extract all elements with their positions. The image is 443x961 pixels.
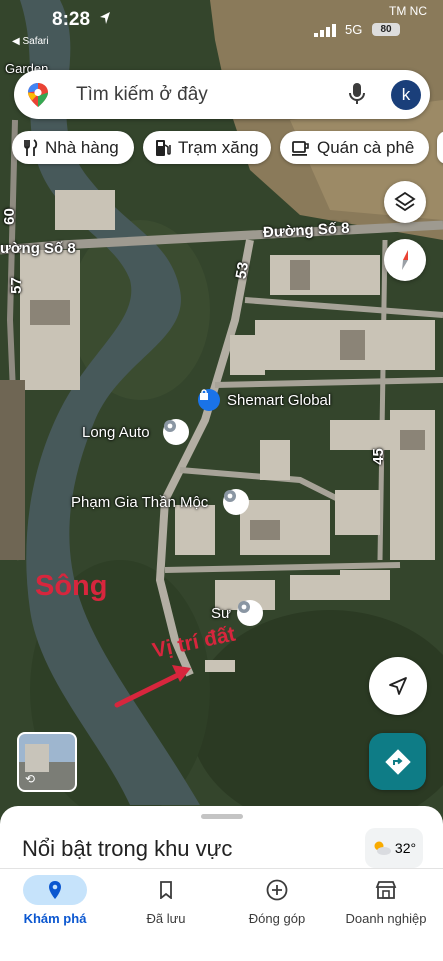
shopping-bag-icon bbox=[200, 389, 208, 400]
layers-button[interactable] bbox=[384, 181, 426, 223]
tab-label: Khám phá bbox=[23, 911, 87, 926]
account-avatar[interactable]: k bbox=[391, 80, 421, 110]
google-maps-logo-icon bbox=[26, 82, 50, 113]
drag-handle[interactable] bbox=[201, 814, 243, 819]
place-pin-su[interactable] bbox=[237, 600, 263, 626]
tab-explore[interactable]: Khám phá bbox=[0, 869, 110, 961]
coffee-cup-icon bbox=[292, 140, 310, 156]
battery-icon: 80 bbox=[372, 23, 400, 36]
location-pin-icon bbox=[164, 420, 176, 432]
layers-icon bbox=[394, 191, 416, 212]
explore-pin-icon bbox=[23, 875, 87, 905]
temperature: 32° bbox=[394, 840, 417, 856]
search-input[interactable]: Tìm kiếm ở đây bbox=[76, 84, 208, 106]
chip-label: Quán cà phê bbox=[317, 137, 415, 157]
tab-contribute[interactable]: Đóng góp bbox=[222, 869, 332, 961]
directions-icon bbox=[384, 748, 411, 775]
microphone-icon[interactable] bbox=[347, 82, 367, 111]
status-bar: 8:28 ◀ Safari TM NC 5G 80 bbox=[0, 0, 443, 48]
storefront-icon bbox=[354, 875, 418, 905]
street-view-thumbnail[interactable]: ⟲ bbox=[17, 732, 77, 792]
tab-saved[interactable]: Đã lưu bbox=[111, 869, 221, 961]
chip-more[interactable] bbox=[437, 131, 443, 164]
chip-gas-stations[interactable]: Trạm xăng bbox=[143, 131, 271, 164]
place-pin-long-auto[interactable] bbox=[163, 419, 189, 445]
place-label-su[interactable]: Sư bbox=[211, 605, 231, 622]
add-circle-icon bbox=[245, 875, 309, 905]
location-pin-icon bbox=[224, 490, 236, 502]
road-label-duong-so-8-left: ường Số 8 bbox=[0, 240, 76, 257]
place-pin-shemart[interactable] bbox=[198, 389, 220, 411]
place-label-shemart[interactable]: Shemart Global bbox=[227, 392, 331, 409]
road-label-60: 60 bbox=[0, 208, 18, 225]
back-to-safari[interactable]: ◀ Safari bbox=[12, 36, 49, 47]
place-label-pham-gia[interactable]: Phạm Gia Thần Mộc bbox=[71, 494, 208, 511]
bottom-navigation: Khám phá Đã lưu Đóng góp Doanh nghiệp bbox=[0, 868, 443, 961]
place-label-long-auto[interactable]: Long Auto bbox=[82, 424, 150, 441]
road-label-57: 57 bbox=[7, 277, 25, 294]
signal-icon bbox=[314, 24, 338, 42]
navigation-arrow-icon bbox=[389, 677, 407, 695]
compass-icon bbox=[402, 250, 408, 270]
chip-label: Trạm xăng bbox=[178, 137, 259, 157]
road-label-45: 45 bbox=[369, 448, 387, 465]
gas-station-icon bbox=[155, 139, 171, 157]
status-time: 8:28 bbox=[52, 9, 91, 30]
bookmark-icon bbox=[134, 875, 198, 905]
sheet-title: Nổi bật trong khu vực bbox=[22, 836, 233, 861]
tab-business[interactable]: Doanh nghiệp bbox=[331, 869, 441, 961]
weather-badge[interactable]: 32° bbox=[365, 828, 423, 868]
compass-button[interactable] bbox=[384, 239, 426, 281]
tab-label: Đã lưu bbox=[146, 911, 186, 926]
river-annotation: Sông bbox=[35, 570, 108, 602]
carrier-label: TM NC bbox=[389, 4, 427, 18]
chip-label: Nhà hàng bbox=[45, 137, 119, 157]
tab-label: Doanh nghiệp bbox=[345, 911, 427, 926]
search-bar[interactable]: Tìm kiếm ở đây k bbox=[14, 70, 430, 119]
street-view-building bbox=[25, 744, 49, 772]
network-type: 5G bbox=[345, 22, 363, 37]
tab-label: Đóng góp bbox=[248, 911, 306, 926]
location-arrow-icon bbox=[99, 11, 111, 30]
partly-cloudy-icon bbox=[374, 841, 391, 855]
fork-knife-icon bbox=[24, 138, 38, 157]
place-pin-pham-gia[interactable] bbox=[223, 489, 249, 515]
road-label-53: 53 bbox=[232, 260, 253, 281]
my-location-button[interactable] bbox=[369, 657, 427, 715]
directions-button[interactable] bbox=[369, 733, 426, 790]
street-view-rotate-icon: ⟲ bbox=[25, 772, 36, 786]
chip-restaurants[interactable]: Nhà hàng bbox=[12, 131, 134, 164]
location-pin-icon bbox=[238, 601, 250, 613]
chip-cafes[interactable]: Quán cà phê bbox=[280, 131, 429, 164]
